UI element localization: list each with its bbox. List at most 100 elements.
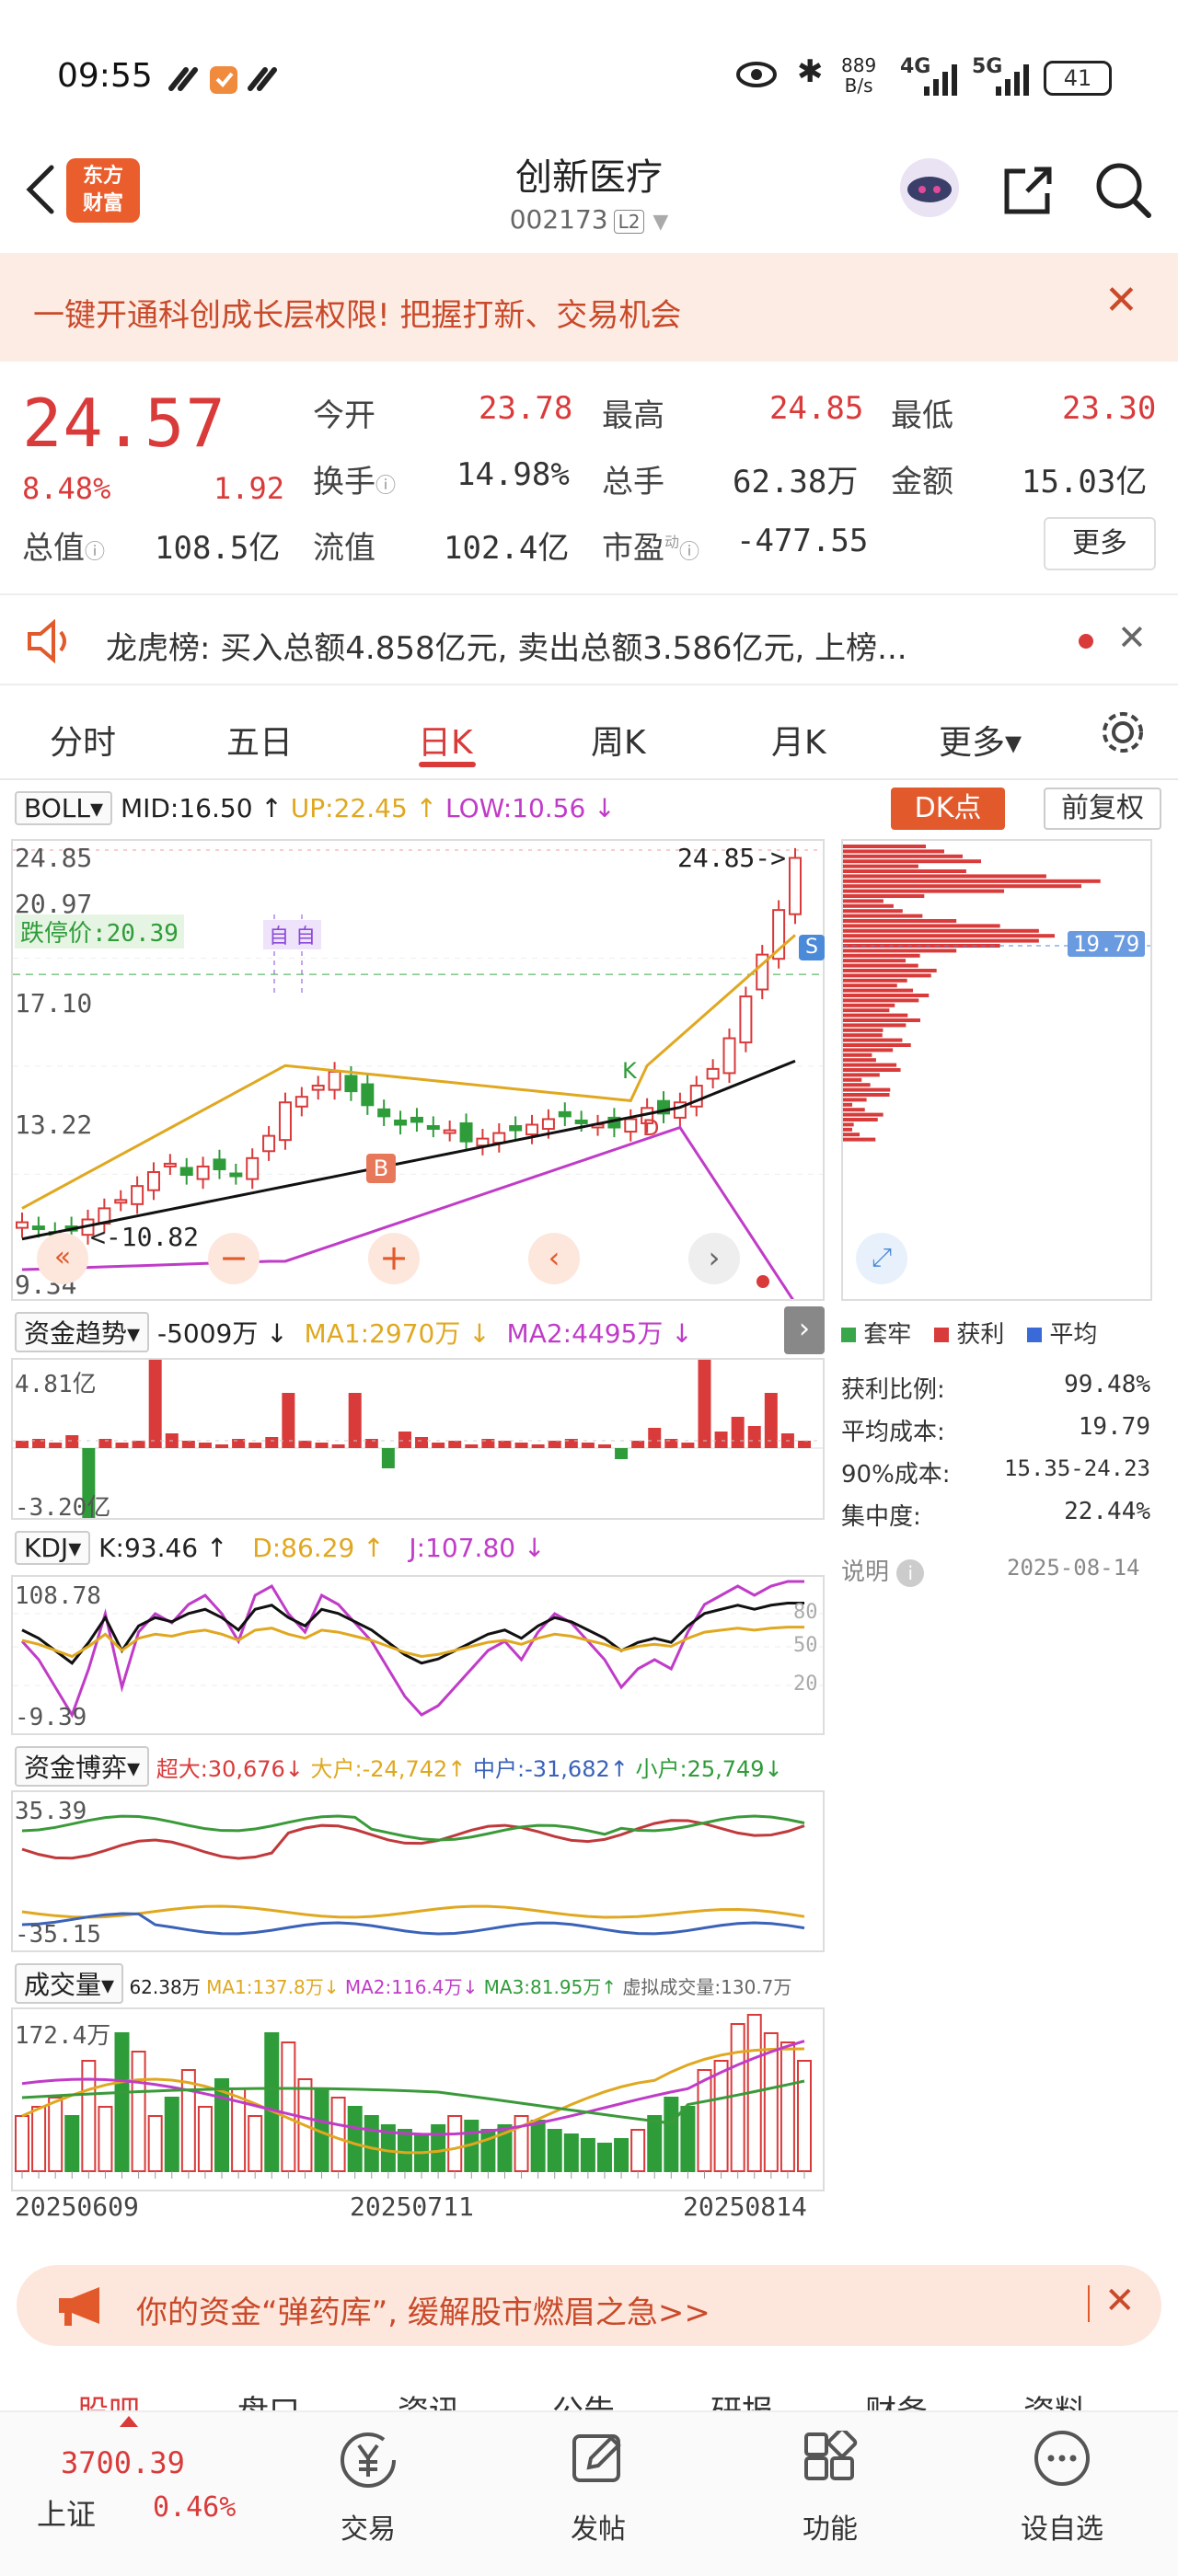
functions-button[interactable]: 功能 bbox=[756, 2429, 904, 2567]
boll-up: UP:22.45 ↑ bbox=[290, 793, 438, 823]
status-bar: 09:55 ✱ 889 B/s 4G 5G 41 bbox=[0, 0, 1178, 156]
zoom-out-icon[interactable]: − bbox=[208, 1233, 260, 1284]
ad-banner[interactable]: 你的资金“弹药库”, 缓解股市燃眉之急>> ✕ bbox=[17, 2265, 1161, 2346]
search-icon[interactable] bbox=[1093, 160, 1154, 221]
expand-icon[interactable]: ⤢ bbox=[856, 1233, 907, 1284]
fund-bar bbox=[265, 1437, 279, 1448]
tab-five-day[interactable]: 五日 bbox=[226, 716, 293, 764]
tab-guba[interactable]: 股吧 bbox=[77, 2386, 140, 2410]
info-icon[interactable]: i bbox=[896, 1559, 925, 1587]
chip-note[interactable]: 说明 i bbox=[841, 1553, 925, 1587]
fund-game-select[interactable]: 资金博弈▾ bbox=[15, 1746, 150, 1787]
sell-marker[interactable]: S bbox=[799, 935, 825, 960]
trade-button[interactable]: 交易 bbox=[294, 2429, 442, 2567]
robot-avatar-icon[interactable] bbox=[893, 155, 966, 221]
chip-bar bbox=[843, 1087, 891, 1092]
close-icon[interactable]: ✕ bbox=[1104, 2280, 1136, 2322]
panel-toggle-icon[interactable]: › bbox=[784, 1306, 825, 1354]
tab-monthly-k[interactable]: 月K bbox=[771, 716, 826, 764]
news-ticker[interactable]: 龙虎榜: 买入总额4.858亿元, 卖出总额3.586亿元, 上榜... ✕ bbox=[0, 593, 1178, 685]
notification-icons bbox=[168, 66, 277, 94]
net-speed-value: 889 bbox=[841, 54, 877, 76]
fund-trend-select[interactable]: 资金趋势▾ bbox=[15, 1312, 150, 1352]
fund-bar bbox=[747, 1426, 761, 1448]
gear-icon[interactable] bbox=[1097, 707, 1149, 758]
close-icon[interactable]: ✕ bbox=[1117, 617, 1147, 658]
info-icon[interactable]: ⓘ bbox=[85, 541, 105, 564]
promo-banner[interactable]: 一键开通科创成长层权限! 把握打新、交易机会 ✕ bbox=[0, 253, 1178, 362]
chip-row: 平均成本: 19.79 bbox=[841, 1413, 1150, 1455]
chip-bar bbox=[843, 973, 931, 978]
tab-profile[interactable]: 资料 bbox=[1023, 2386, 1086, 2410]
tab-intraday[interactable]: 分时 bbox=[50, 716, 116, 764]
chip-bar bbox=[843, 1133, 860, 1137]
volume-bar bbox=[447, 2115, 463, 2172]
post-button[interactable]: 发帖 bbox=[525, 2429, 672, 2567]
volume-bar bbox=[647, 2115, 663, 2172]
yuan-icon bbox=[341, 2432, 396, 2488]
battery-icon: 41 bbox=[1044, 61, 1112, 96]
prev-icon[interactable]: ‹ bbox=[528, 1233, 580, 1284]
chip-row-label: 90%成本: bbox=[841, 1461, 951, 1489]
price-label-top: 24.85 bbox=[15, 843, 93, 873]
chip-row-value: 15.35-24.23 bbox=[1004, 1455, 1150, 1481]
chip-bar bbox=[843, 959, 907, 963]
chip-row-label: 平均成本: bbox=[841, 1419, 945, 1446]
ad-text: 你的资金“弹药库”, 缓解股市燃眉之急>> bbox=[136, 2294, 710, 2331]
volume-value: 62.38万 bbox=[733, 464, 859, 500]
tab-weekly-k[interactable]: 周K bbox=[591, 716, 646, 764]
mcap-value: 108.5亿 bbox=[155, 530, 281, 567]
volume-bar bbox=[431, 2124, 446, 2172]
d-cross-marker: D bbox=[642, 1115, 660, 1141]
volume-select[interactable]: 成交量▾ bbox=[15, 1963, 124, 2004]
adjustment-button[interactable]: 前复权 bbox=[1044, 788, 1161, 830]
index-value[interactable]: 3700.39 bbox=[61, 2445, 185, 2480]
buy-marker[interactable]: B bbox=[366, 1154, 396, 1183]
fund-bar bbox=[615, 1448, 629, 1459]
fund-bar bbox=[531, 1444, 545, 1448]
close-icon[interactable]: ✕ bbox=[1104, 277, 1138, 324]
fund-game-panel[interactable] bbox=[11, 1790, 825, 1952]
dk-point-button[interactable]: DK点 bbox=[891, 788, 1005, 830]
fund-trend-panel[interactable] bbox=[11, 1328, 825, 1568]
share-icon[interactable] bbox=[999, 162, 1058, 217]
volume-bar bbox=[563, 2133, 579, 2172]
add-watchlist-button[interactable]: 设自选 bbox=[988, 2429, 1136, 2567]
fund-bar bbox=[631, 1441, 645, 1448]
indicator-select[interactable]: BOLL▾ bbox=[15, 791, 113, 825]
fund-bar bbox=[315, 1443, 329, 1448]
chip-row: 90%成本: 15.35-24.23 bbox=[841, 1455, 1150, 1498]
kdj-select[interactable]: KDJ▾ bbox=[15, 1531, 91, 1565]
kdj-panel[interactable] bbox=[11, 1575, 825, 1735]
index-name[interactable]: 上证 bbox=[37, 2491, 96, 2534]
tab-research[interactable]: 研报 bbox=[710, 2386, 773, 2410]
unread-dot bbox=[1079, 634, 1093, 649]
last-price: 24.57 bbox=[22, 385, 226, 462]
fast-back-icon[interactable]: « bbox=[37, 1233, 88, 1284]
tab-pankou[interactable]: 盘口 bbox=[237, 2386, 300, 2410]
more-quote-button[interactable]: 更多 bbox=[1044, 517, 1156, 570]
chip-distribution-panel[interactable] bbox=[841, 839, 1152, 1301]
index-change[interactable]: 0.46% bbox=[153, 2491, 236, 2524]
fund-bar bbox=[198, 1443, 212, 1448]
chip-bar bbox=[843, 1118, 878, 1121]
info-icon[interactable]: ⓘ bbox=[375, 475, 396, 498]
chip-bar bbox=[843, 879, 1101, 883]
volume-bar bbox=[31, 2106, 47, 2172]
chip-bar bbox=[843, 949, 957, 953]
tab-finance[interactable]: 财务 bbox=[865, 2386, 928, 2410]
tab-announcement[interactable]: 公告 bbox=[552, 2386, 615, 2410]
pe-value: -477.55 bbox=[736, 523, 869, 559]
volume-panel[interactable] bbox=[11, 2007, 825, 2191]
chip-bar bbox=[843, 909, 903, 914]
candle-body bbox=[394, 1119, 408, 1126]
info-icon[interactable]: ⓘ bbox=[679, 541, 699, 564]
tab-more[interactable]: 更多▾ bbox=[939, 716, 1022, 764]
tab-daily-k[interactable]: 日K bbox=[418, 716, 473, 764]
zoom-in-icon[interactable]: + bbox=[368, 1233, 420, 1284]
next-icon[interactable]: › bbox=[688, 1233, 740, 1284]
net-speed: 889 B/s bbox=[841, 55, 876, 96]
candle-body bbox=[459, 1121, 473, 1143]
tab-news[interactable]: 资讯 bbox=[398, 2386, 460, 2410]
chip-bar bbox=[843, 938, 1039, 943]
